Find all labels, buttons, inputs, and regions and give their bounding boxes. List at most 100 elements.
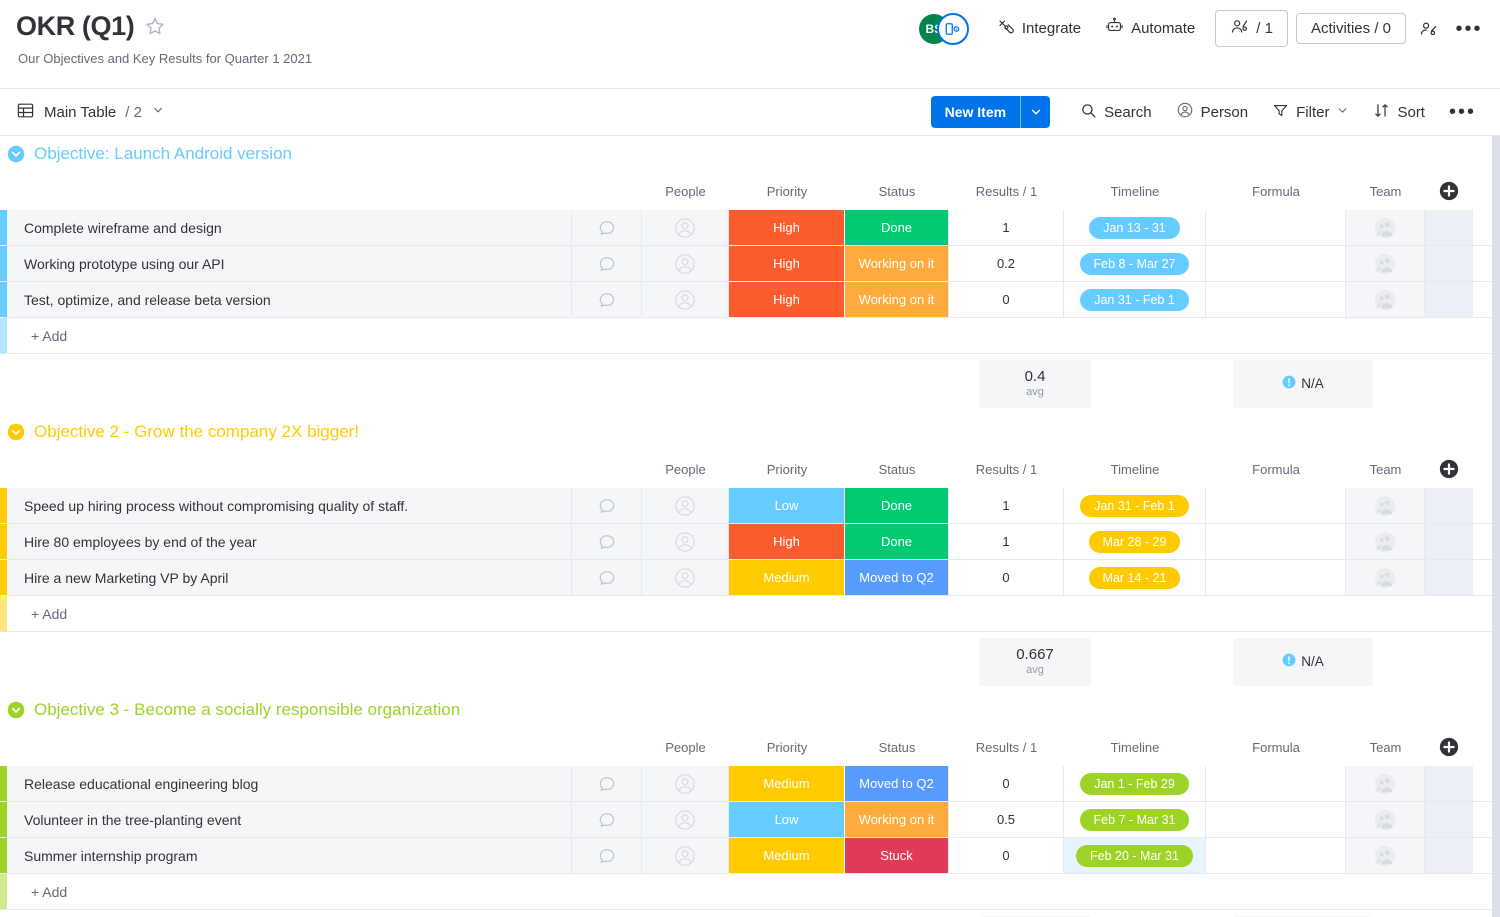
column-header-formula[interactable]: Formula — [1206, 450, 1346, 488]
column-header-priority[interactable]: Priority — [729, 450, 845, 488]
item-name-cell[interactable]: Hire 80 employees by end of the year — [7, 524, 572, 559]
collapse-group-icon[interactable] — [6, 422, 26, 442]
results-cell[interactable]: 1 — [949, 524, 1064, 559]
permissions-icon[interactable] — [1412, 12, 1446, 46]
comment-icon[interactable] — [572, 246, 642, 281]
priority-cell[interactable]: High — [729, 210, 845, 245]
add-item-row[interactable]: + Add — [0, 596, 1500, 632]
view-tab-main-table[interactable]: Main Table / 2 — [16, 101, 165, 124]
table-row[interactable]: Summer internship programMediumStuck0Feb… — [0, 838, 1500, 874]
vertical-scrollbar[interactable] — [1492, 136, 1500, 917]
column-header-status[interactable]: Status — [845, 172, 949, 210]
timeline-pill[interactable]: Mar 28 - 29 — [1089, 531, 1181, 553]
timeline-pill[interactable]: Mar 14 - 21 — [1089, 567, 1181, 589]
results-cell[interactable]: 1 — [949, 488, 1064, 523]
priority-cell[interactable]: Medium — [729, 560, 845, 595]
results-summary[interactable]: 0.4avg — [979, 360, 1091, 408]
formula-cell[interactable] — [1206, 560, 1346, 595]
team-placeholder-icon[interactable] — [1346, 246, 1425, 281]
column-header-results[interactable]: Results / 1 — [949, 450, 1064, 488]
board-view-icon[interactable] — [937, 13, 969, 45]
person-filter-button[interactable]: Person — [1166, 94, 1259, 130]
group-title[interactable]: Objective 2 - Grow the company 2X bigger… — [34, 422, 359, 442]
add-item-label[interactable]: + Add — [7, 596, 1452, 631]
column-header-timeline[interactable]: Timeline — [1064, 728, 1206, 766]
comment-icon[interactable] — [572, 210, 642, 245]
item-name-cell[interactable]: Volunteer in the tree-planting event — [7, 802, 572, 837]
timeline-cell[interactable]: Jan 1 - Feb 29 — [1064, 766, 1206, 801]
formula-cell[interactable] — [1206, 524, 1346, 559]
timeline-cell[interactable]: Jan 31 - Feb 1 — [1064, 282, 1206, 317]
column-header-people[interactable]: People — [642, 728, 729, 766]
item-name-cell[interactable]: Summer internship program — [7, 838, 572, 873]
timeline-cell[interactable]: Jan 13 - 31 — [1064, 210, 1206, 245]
collapse-group-icon[interactable] — [6, 700, 26, 720]
add-column-icon[interactable] — [1425, 450, 1473, 488]
filter-chevron-down-icon[interactable] — [1336, 104, 1349, 121]
status-cell[interactable]: Done — [845, 210, 949, 245]
team-placeholder-icon[interactable] — [1346, 488, 1425, 523]
table-row[interactable]: Release educational engineering blogMedi… — [0, 766, 1500, 802]
column-header-priority[interactable]: Priority — [729, 172, 845, 210]
new-item-button[interactable]: New Item — [931, 96, 1050, 128]
item-name-cell[interactable]: Working prototype using our API — [7, 246, 572, 281]
status-cell[interactable]: Working on it — [845, 802, 949, 837]
status-cell[interactable]: Done — [845, 524, 949, 559]
person-placeholder-icon[interactable] — [642, 210, 729, 245]
table-row[interactable]: Volunteer in the tree-planting eventLowW… — [0, 802, 1500, 838]
status-cell[interactable]: Done — [845, 488, 949, 523]
invite-members-button[interactable]: / 1 — [1215, 10, 1288, 47]
team-placeholder-icon[interactable] — [1346, 766, 1425, 801]
comment-icon[interactable] — [572, 766, 642, 801]
add-column-icon[interactable] — [1425, 728, 1473, 766]
person-placeholder-icon[interactable] — [642, 282, 729, 317]
results-cell[interactable]: 0.2 — [949, 246, 1064, 281]
column-header-priority[interactable]: Priority — [729, 728, 845, 766]
person-placeholder-icon[interactable] — [642, 246, 729, 281]
add-item-label[interactable]: + Add — [7, 874, 1452, 909]
priority-cell[interactable]: High — [729, 282, 845, 317]
item-name-cell[interactable]: Hire a new Marketing VP by April — [7, 560, 572, 595]
filter-button[interactable]: Filter — [1262, 95, 1359, 130]
timeline-cell[interactable]: Jan 31 - Feb 1 — [1064, 488, 1206, 523]
add-column-icon[interactable] — [1425, 172, 1473, 210]
team-placeholder-icon[interactable] — [1346, 282, 1425, 317]
column-header-results[interactable]: Results / 1 — [949, 728, 1064, 766]
add-item-row[interactable]: + Add — [0, 318, 1500, 354]
timeline-cell[interactable]: Mar 28 - 29 — [1064, 524, 1206, 559]
status-cell[interactable]: Moved to Q2 — [845, 766, 949, 801]
priority-cell[interactable]: Low — [729, 488, 845, 523]
table-row[interactable]: Speed up hiring process without compromi… — [0, 488, 1500, 524]
toolbar-more-options-icon[interactable]: ••• — [1439, 99, 1486, 125]
column-header-team[interactable]: Team — [1346, 450, 1425, 488]
add-item-row[interactable]: + Add — [0, 874, 1500, 910]
formula-summary[interactable]: N/A — [1233, 360, 1373, 408]
column-header-team[interactable]: Team — [1346, 172, 1425, 210]
chevron-down-icon[interactable] — [151, 103, 165, 121]
comment-icon[interactable] — [572, 560, 642, 595]
team-placeholder-icon[interactable] — [1346, 524, 1425, 559]
collapse-group-icon[interactable] — [6, 144, 26, 164]
person-placeholder-icon[interactable] — [642, 838, 729, 873]
item-name-cell[interactable]: Release educational engineering blog — [7, 766, 572, 801]
comment-icon[interactable] — [572, 802, 642, 837]
timeline-cell[interactable]: Feb 7 - Mar 31 — [1064, 802, 1206, 837]
timeline-pill[interactable]: Jan 31 - Feb 1 — [1080, 289, 1189, 311]
column-header-formula[interactable]: Formula — [1206, 728, 1346, 766]
timeline-cell[interactable]: Feb 8 - Mar 27 — [1064, 246, 1206, 281]
sort-button[interactable]: Sort — [1363, 95, 1435, 130]
column-header-status[interactable]: Status — [845, 728, 949, 766]
column-header-people[interactable]: People — [642, 450, 729, 488]
results-cell[interactable]: 0 — [949, 560, 1064, 595]
add-item-label[interactable]: + Add — [7, 318, 1452, 353]
column-header-timeline[interactable]: Timeline — [1064, 172, 1206, 210]
table-row[interactable]: Hire a new Marketing VP by April MediumMo… — [0, 560, 1500, 596]
team-placeholder-icon[interactable] — [1346, 210, 1425, 245]
integrate-button[interactable]: Integrate — [985, 11, 1093, 47]
comment-icon[interactable] — [572, 282, 642, 317]
status-cell[interactable]: Working on it — [845, 246, 949, 281]
status-cell[interactable]: Moved to Q2 — [845, 560, 949, 595]
column-header-formula[interactable]: Formula — [1206, 172, 1346, 210]
star-icon[interactable] — [144, 15, 166, 37]
column-header-results[interactable]: Results / 1 — [949, 172, 1064, 210]
